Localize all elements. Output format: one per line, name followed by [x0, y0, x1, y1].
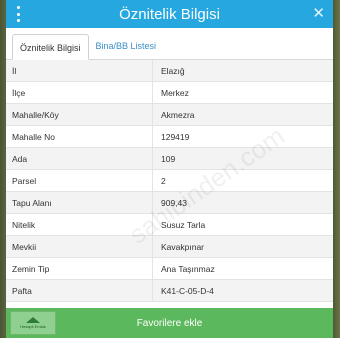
table-row: Nitelik Susuz Tarla — [6, 214, 333, 236]
row-key: Pafta — [6, 280, 153, 301]
row-key: İl — [6, 60, 153, 81]
table-row: Pafta K41-C-05-D-4 — [6, 280, 333, 302]
table-row: İl Elazığ — [6, 60, 333, 82]
row-value: Elazığ — [161, 65, 185, 76]
row-key: Parsel — [6, 170, 153, 191]
row-value: 129419 — [161, 131, 190, 142]
row-value: Kavakpınar — [161, 241, 204, 252]
row-key: Mevkii — [6, 236, 153, 257]
row-key: Zemin Tip — [6, 258, 153, 279]
more-vert-icon[interactable] — [13, 6, 23, 22]
row-key: Mahalle No — [6, 126, 153, 147]
row-key: Mahalle/Köy — [6, 104, 153, 125]
table-row: Mahalle No 129419 — [6, 126, 333, 148]
tab-bar: Öznitelik Bilgisi Bina/BB Listesi — [6, 30, 333, 60]
attribute-info-dialog: Öznitelik Bilgisi ✕ Öznitelik Bilgisi Bi… — [6, 0, 333, 338]
dialog-title: Öznitelik Bilgisi — [119, 5, 220, 23]
add-to-favorites-button[interactable]: Hesapli Emlak Favorilere ekle — [6, 308, 333, 338]
dialog-header: Öznitelik Bilgisi ✕ — [6, 0, 333, 28]
table-row: Zemin Tip Ana Taşınmaz — [6, 258, 333, 280]
table-row: Mahalle/Köy Akmezra — [6, 104, 333, 126]
table-row: Parsel 2 — [6, 170, 333, 192]
tab-building-list[interactable]: Bina/BB Listesi — [89, 33, 164, 59]
table-row: Mevkii Kavakpınar — [6, 236, 333, 258]
tab-attribute-info[interactable]: Öznitelik Bilgisi — [12, 34, 89, 60]
row-value: K41-C-05-D-4 — [161, 285, 214, 296]
attribute-table: İl Elazığ İlçe Merkez Mahalle/Köy Akmezra M… — [6, 60, 333, 302]
table-row: Tapu Alanı 909,43 — [6, 192, 333, 214]
house-icon — [26, 317, 40, 323]
table-row: İlçe Merkez — [6, 82, 333, 104]
close-icon[interactable]: ✕ — [312, 5, 325, 23]
row-key: İlçe — [6, 82, 153, 103]
row-key: Tapu Alanı — [6, 192, 153, 213]
row-value: Susuz Tarla — [161, 219, 206, 230]
row-value: Akmezra — [161, 109, 195, 120]
row-value: 109 — [161, 153, 176, 164]
row-value: Merkez — [161, 87, 189, 98]
row-value: 909,43 — [161, 197, 187, 208]
row-value: Ana Taşınmaz — [161, 263, 215, 274]
add-to-favorites-label: Favorilere ekle — [136, 317, 203, 329]
row-value: 2 — [161, 175, 166, 186]
row-key: Ada — [6, 148, 153, 169]
table-row: Ada 109 — [6, 148, 333, 170]
row-key: Nitelik — [6, 214, 153, 235]
logo-text: Hesapli Emlak — [20, 324, 46, 329]
brand-logo: Hesapli Emlak — [10, 311, 56, 335]
